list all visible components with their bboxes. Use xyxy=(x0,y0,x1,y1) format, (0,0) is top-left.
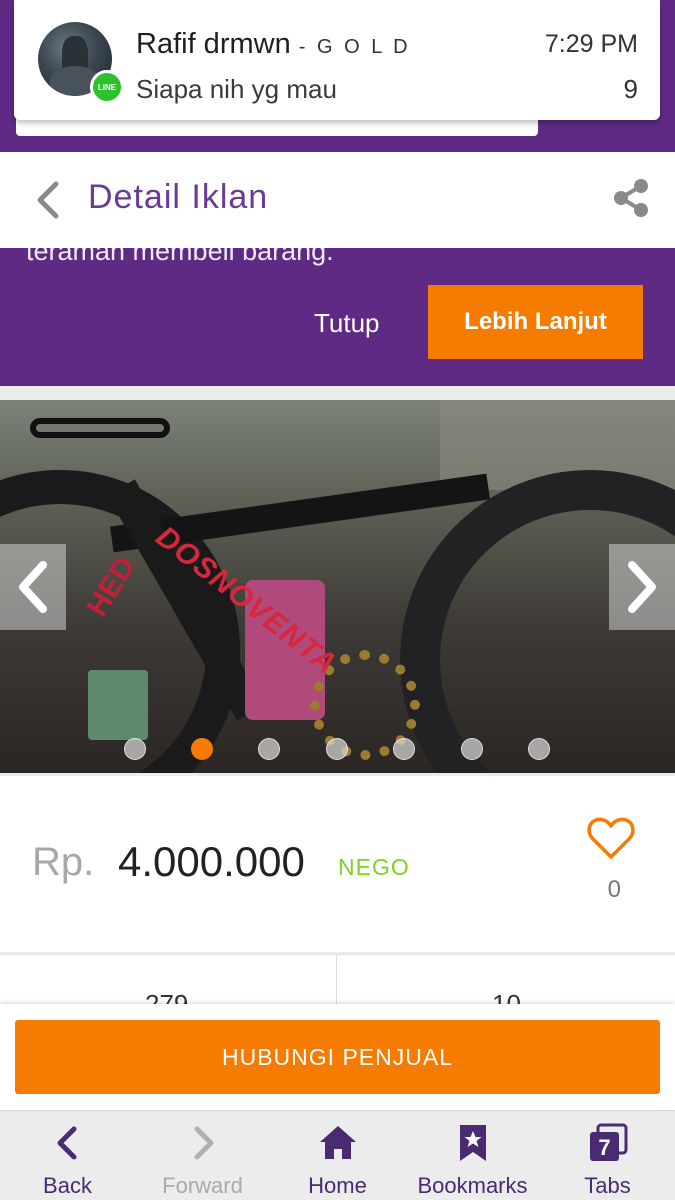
carousel-dots xyxy=(0,738,675,762)
forward-icon xyxy=(194,1126,213,1160)
nav-tabs[interactable]: 7 Tabs xyxy=(540,1111,675,1200)
price-currency: Rp. xyxy=(32,840,95,884)
price-amount: 4.000.000 xyxy=(118,838,305,885)
favorite-count: 0 xyxy=(607,876,621,903)
stat-right-value: 10 xyxy=(492,989,521,1004)
sender-name-text: Rafif drmwn xyxy=(136,28,291,60)
home-icon xyxy=(319,1126,356,1159)
nav-back[interactable]: Back xyxy=(0,1111,135,1200)
sender-name: Rafif drmwn - G O L D xyxy=(136,28,411,61)
close-banner-button[interactable]: Tutup xyxy=(314,308,380,339)
negotiable-tag: NEGO xyxy=(338,854,410,880)
tabs-count: 7 xyxy=(598,1135,610,1160)
nav-back-label: Back xyxy=(43,1173,92,1198)
back-icon xyxy=(57,1126,76,1160)
carousel-dot[interactable] xyxy=(326,738,348,760)
banner-text: teraman membeli barang. xyxy=(26,248,334,266)
notification-count: 9 xyxy=(623,74,638,104)
learn-more-button[interactable]: Lebih Lanjut xyxy=(428,285,643,359)
stat-left-value: 279 xyxy=(145,989,189,1004)
sender-badge: - G O L D xyxy=(298,36,411,58)
nav-forward[interactable]: Forward xyxy=(135,1111,270,1200)
chevron-left-icon xyxy=(19,561,47,613)
line-app-icon: LINE xyxy=(90,70,124,104)
listing-stats: 279 10 xyxy=(0,954,675,1004)
stats-divider xyxy=(336,955,337,1004)
contact-seller-button[interactable]: HUBUNGI PENJUAL xyxy=(15,1020,660,1094)
heart-icon[interactable] xyxy=(587,816,635,860)
nav-tabs-label: Tabs xyxy=(584,1173,631,1198)
nav-home[interactable]: Home xyxy=(270,1111,405,1200)
share-icon[interactable] xyxy=(611,178,651,218)
carousel-dot-active[interactable] xyxy=(191,738,213,760)
line-message-notification[interactable]: LINE Rafif drmwn - G O L D Siapa nih yg … xyxy=(14,0,660,120)
tabs-icon: 7 xyxy=(589,1123,627,1161)
info-banner: teraman membeli barang. Tutup Lebih Lanj… xyxy=(0,248,675,386)
contact-bar: HUBUNGI PENJUAL xyxy=(0,1004,675,1110)
carousel-dot[interactable] xyxy=(393,738,415,760)
listing-image-carousel[interactable]: DOSNOVENTA HED xyxy=(0,400,675,773)
nav-forward-label: Forward xyxy=(162,1173,243,1198)
page-title: Detail Iklan xyxy=(88,178,269,216)
carousel-next-button[interactable] xyxy=(609,544,675,630)
chevron-left-icon[interactable] xyxy=(30,178,66,222)
bookmarks-icon xyxy=(459,1125,486,1161)
carousel-prev-button[interactable] xyxy=(0,544,66,630)
carousel-dot[interactable] xyxy=(461,738,483,760)
notification-message: Siapa nih yg mau xyxy=(136,74,337,104)
photo-handlebar xyxy=(30,418,170,438)
nav-bookmarks[interactable]: Bookmarks xyxy=(405,1111,540,1200)
carousel-dot[interactable] xyxy=(124,738,146,760)
nav-home-label: Home xyxy=(308,1173,367,1198)
price-section: Rp. 4.000.000 NEGO 0 xyxy=(0,776,675,952)
nav-bookmarks-label: Bookmarks xyxy=(417,1173,528,1198)
page-header: Detail Iklan xyxy=(0,152,675,248)
browser-bottom-nav: Back Forward Home Bookmarks 7 Tabs xyxy=(0,1110,675,1200)
notification-time: 7:29 PM xyxy=(544,30,638,58)
chevron-right-icon xyxy=(628,561,656,613)
photo-cup xyxy=(88,670,148,740)
carousel-dot[interactable] xyxy=(528,738,550,760)
carousel-dot[interactable] xyxy=(258,738,280,760)
